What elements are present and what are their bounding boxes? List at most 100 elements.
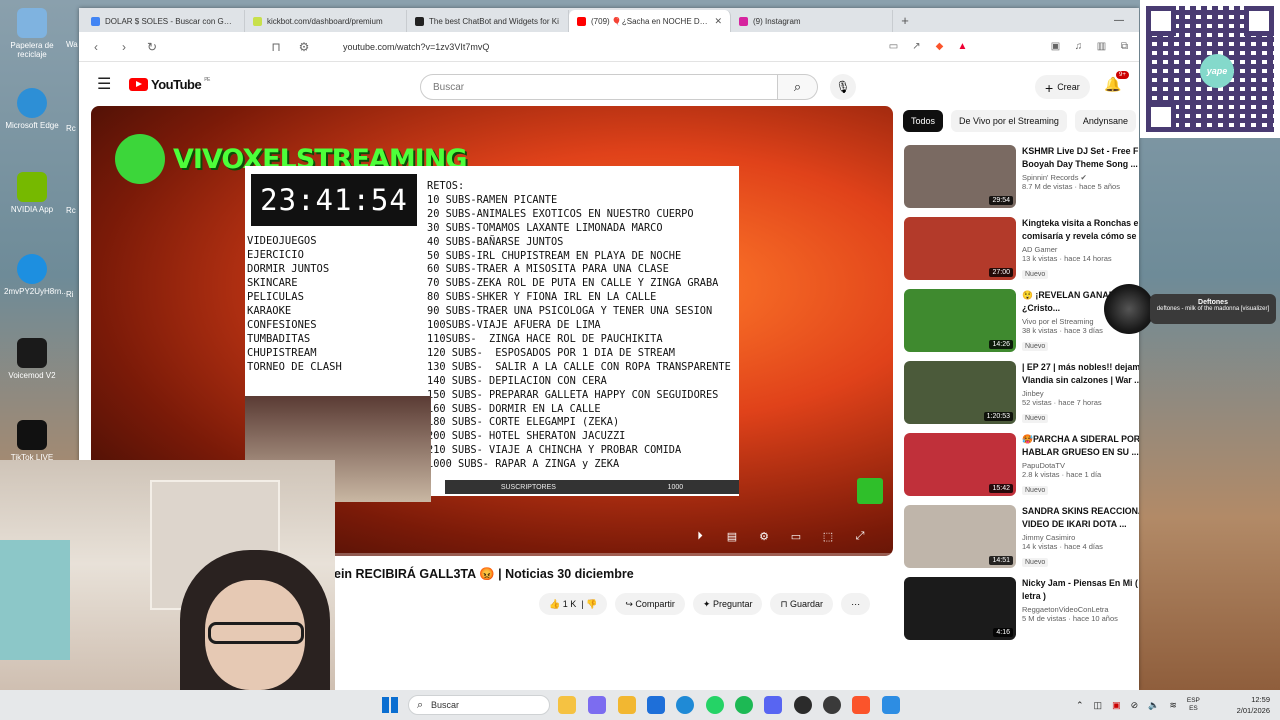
mute-icon[interactable]: ⊘	[1131, 700, 1139, 711]
spotify-icon[interactable]	[735, 696, 753, 714]
qr-finder	[1244, 6, 1274, 36]
recommendation-item[interactable]: 1:20:53 | EP 27 | más nobles!! dejamos a…	[904, 361, 1139, 433]
save-button[interactable]: ⊓ Guardar	[770, 593, 834, 615]
recommendation-item[interactable]: 4:16 Nicky Jam - Piensas En Mi ( Con let…	[904, 577, 1139, 649]
chevron-up-icon[interactable]: ⌃	[1076, 700, 1084, 711]
more-actions-icon[interactable]: ⋯	[841, 593, 871, 615]
video-thumbnail[interactable]: 1:20:53	[904, 361, 1016, 424]
video-thumbnail[interactable]: 29:54	[904, 145, 1016, 208]
video-thumbnail[interactable]: 14:51	[904, 505, 1016, 568]
menu-icon[interactable]: ☰	[97, 74, 111, 94]
vpn-icon[interactable]: ▣	[1112, 700, 1121, 711]
recommendation-title[interactable]: 🥵PARCHA A SIDERAL POR HABLAR GRUESO EN S…	[1022, 433, 1139, 459]
desktop-icon-recycle-bin[interactable]: Papelera de reciclaje	[4, 8, 60, 59]
notepad-icon[interactable]	[882, 696, 900, 714]
brave-shield-icon[interactable]: ◆	[933, 40, 946, 53]
search-input[interactable]: Buscar	[420, 74, 778, 100]
discord-icon[interactable]	[764, 696, 782, 714]
browser-tab[interactable]: The best ChatBot and Widgets for Ki	[407, 10, 569, 32]
sidebar-icon[interactable]: ▥	[1095, 40, 1108, 53]
recommendation-channel[interactable]: Jinbey	[1022, 389, 1139, 398]
forward-icon[interactable]: ›	[115, 40, 133, 54]
settings-icon[interactable]: ⚙	[755, 530, 773, 544]
thumbs-down-icon[interactable]: | 👎	[579, 599, 597, 609]
file-explorer-icon[interactable]	[558, 696, 576, 714]
brave-icon[interactable]	[852, 696, 870, 714]
recommendation-item[interactable]: 27:00 Kingteka visita a Ronchas en la co…	[904, 217, 1139, 289]
recommendation-title[interactable]: Nicky Jam - Piensas En Mi ( Con letra )	[1022, 577, 1139, 603]
back-icon[interactable]: ‹	[87, 40, 105, 54]
obs-icon[interactable]	[794, 696, 812, 714]
windows-start-icon[interactable]	[382, 697, 398, 713]
desktop-icon-edge[interactable]: Microsoft Edge	[4, 88, 60, 130]
browser-tab[interactable]: DOLAR $ SOLES - Buscar con Google	[83, 10, 245, 32]
whatsapp-icon[interactable]	[706, 696, 724, 714]
youtube-logo[interactable]: YouTube PE	[129, 77, 210, 92]
desktop-icon-voicemod[interactable]: Voicemod V2	[4, 338, 60, 380]
taskbar-search[interactable]: Buscar	[408, 695, 550, 715]
browser-tab-active[interactable]: (709) 🎈¿Sacha en NOCHE DOR ✕	[569, 10, 731, 32]
minimize-icon[interactable]: —	[1099, 10, 1139, 32]
recommendation-channel[interactable]: Spinnin' Records ✔	[1022, 173, 1139, 182]
folder-icon[interactable]	[618, 696, 636, 714]
video-thumbnail[interactable]: 27:00	[904, 217, 1016, 280]
share-icon[interactable]: ↗	[910, 40, 923, 53]
ask-button[interactable]: ✦ Preguntar	[692, 593, 763, 615]
nvidia-icon	[17, 172, 47, 202]
chip-vivo-streaming[interactable]: De Vivo por el Streaming	[951, 110, 1067, 132]
captions-icon[interactable]: ▤	[723, 530, 741, 544]
desktop-icon-edge-profile[interactable]: 2mvPY2UyH8rn...	[4, 254, 68, 296]
fullscreen-icon[interactable]: ⤢	[851, 530, 869, 544]
chrome-icon[interactable]	[823, 696, 841, 714]
create-button[interactable]: + Crear	[1035, 75, 1090, 99]
browser-tab[interactable]: (9) Instagram	[731, 10, 893, 32]
desktop-icon-tiktok-live[interactable]: TikTok LIVE	[4, 420, 60, 462]
recommendation-channel[interactable]: Jimmy Casimiro	[1022, 533, 1139, 542]
search-icon[interactable]: ⌕	[778, 74, 818, 100]
media-icon[interactable]: ♫	[1072, 40, 1085, 53]
chip-todos[interactable]: Todos	[903, 110, 944, 132]
desktop-icon-nvidia[interactable]: NVIDIA App	[4, 172, 60, 214]
language-indicator[interactable]: ESP ES	[1187, 697, 1200, 713]
cast-icon[interactable]: ⬚	[819, 530, 837, 544]
wifi-icon[interactable]: ≋	[1169, 700, 1177, 711]
recommendation-channel[interactable]: AD Gamer	[1022, 245, 1139, 254]
theater-mode-icon[interactable]: ▭	[787, 530, 805, 544]
recommendation-title[interactable]: KSHMR Live DJ Set - Free Fire Booyah Day…	[1022, 145, 1139, 171]
recommendation-item[interactable]: 15:42 🥵PARCHA A SIDERAL POR HABLAR GRUES…	[904, 433, 1139, 505]
video-thumbnail[interactable]: 4:16	[904, 577, 1016, 640]
url-field[interactable]: youtube.com/watch?v=1zv3VIt7mvQ	[343, 42, 877, 52]
bookmark-icon[interactable]: ⊓	[267, 40, 285, 54]
share-button[interactable]: ↪ Compartir	[615, 593, 685, 615]
video-thumbnail[interactable]: 14:26	[904, 289, 1016, 352]
extensions-icon[interactable]: ⧉	[1118, 40, 1131, 53]
save-icon: ⊓	[780, 599, 788, 609]
store-icon[interactable]	[647, 696, 665, 714]
reload-icon[interactable]: ↻	[143, 40, 161, 54]
rewards-icon[interactable]: ▲	[956, 40, 969, 53]
recommendation-title[interactable]: SANDRA SKINS REACCIONA AL VIDEO DE IKARI…	[1022, 505, 1139, 531]
recommendation-channel[interactable]: PapuDotaTV	[1022, 461, 1139, 470]
new-tab-button[interactable]: +	[893, 10, 917, 32]
wallet-icon[interactable]: ▣	[1049, 40, 1062, 53]
recommendation-item[interactable]: 14:26 😲 ¡REVELAN GANAN... kick! 🔥 ¿Crist…	[904, 289, 1139, 361]
cast-icon[interactable]: ▭	[887, 40, 900, 53]
video-thumbnail[interactable]: 15:42	[904, 433, 1016, 496]
like-button[interactable]: 👍 1 K | 👎	[539, 593, 608, 615]
recommendation-title[interactable]: Kingteka visita a Ronchas en la comisarí…	[1022, 217, 1139, 243]
edge-icon[interactable]	[676, 696, 694, 714]
copilot-icon[interactable]	[588, 696, 606, 714]
volume-icon[interactable]: 🔈	[1148, 700, 1159, 711]
network-icon[interactable]: ◫	[1094, 700, 1103, 711]
recommendation-title[interactable]: | EP 27 | más nobles!! dejamos a Vlandia…	[1022, 361, 1139, 387]
recommendation-item[interactable]: 14:51 SANDRA SKINS REACCIONA AL VIDEO DE…	[904, 505, 1139, 577]
microphone-icon[interactable]: 🎙	[830, 74, 856, 100]
autoplay-toggle-icon[interactable]: ⏵	[691, 530, 709, 544]
close-tab-icon[interactable]: ✕	[714, 16, 722, 27]
chip-andynsane[interactable]: Andynsane	[1074, 110, 1136, 132]
system-clock[interactable]: 12:59 2/01/2026	[1237, 694, 1270, 716]
browser-tab[interactable]: kickbot.com/dashboard/premium	[245, 10, 407, 32]
site-info-icon[interactable]: ⚙	[295, 40, 313, 54]
recommendation-channel[interactable]: ReggaetonVideoConLetra	[1022, 605, 1139, 614]
recommendation-item[interactable]: 29:54 KSHMR Live DJ Set - Free Fire Booy…	[904, 145, 1139, 217]
